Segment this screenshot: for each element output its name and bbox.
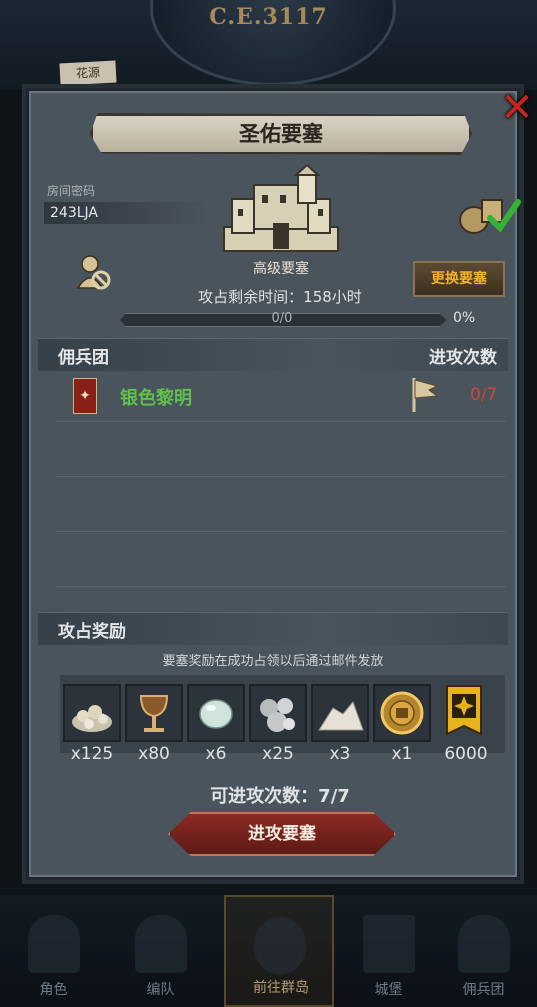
guild-name[interactable]: 银色黎明 (120, 384, 192, 410)
close-button[interactable]: ✕ (498, 88, 536, 128)
compass-icon (254, 917, 306, 975)
salt-pile-icon (318, 701, 364, 731)
attack-fortress-button[interactable]: 进攻要塞 (168, 812, 396, 856)
reward-moonstone[interactable] (187, 684, 245, 742)
silver-nuggets-icon (260, 698, 295, 732)
reward-qty: x80 (138, 744, 170, 764)
reward-qty: 6000 (444, 744, 488, 764)
reward-qty: x6 (205, 744, 227, 764)
guild-banner-icon (446, 685, 482, 736)
progress-count: 0/0 (271, 311, 293, 326)
nav-tab-mercenary[interactable]: 佣兵团 (430, 895, 537, 1007)
reward-note: 要塞奖励在成功占领以后通过邮件发放 (162, 654, 384, 669)
reward-ore-pile[interactable] (63, 684, 121, 742)
castle-icon (363, 915, 415, 973)
time-remaining: 攻占剩余时间：158小时 (198, 288, 362, 306)
nav-tab-character[interactable]: 角色 (0, 895, 107, 1007)
row-divider (56, 476, 506, 477)
background-map-label: 花源 (59, 60, 117, 86)
nav-tab-formation[interactable]: 编队 (107, 895, 214, 1007)
room-code-value: 243LJA (44, 202, 210, 224)
ore-pile-icon (72, 705, 112, 732)
guild-section-title: 佣兵团 (58, 348, 109, 368)
reward-goblet[interactable] (125, 684, 183, 742)
guild-emblem-icon: ✦ (73, 378, 97, 414)
attacks-remaining: 可进攻次数：7/7 (210, 786, 350, 807)
nav-label: 编队 (146, 982, 175, 998)
change-fortress-button[interactable]: 更换要塞 (413, 261, 505, 297)
nav-label: 角色 (39, 982, 68, 998)
reward-silver-nuggets[interactable] (249, 684, 307, 742)
supply-bag-check-icon[interactable] (456, 194, 522, 236)
attack-count-header: 进攻次数 (429, 348, 497, 368)
guild-attack-count: 0/7 (470, 385, 498, 405)
knight-helmet-icon (135, 915, 187, 973)
bottom-nav: 角色 编队 前往群岛 城堡 佣兵团 (0, 895, 537, 1007)
fortress-level: 高级要塞 (253, 261, 309, 277)
reward-salt-pile[interactable] (311, 684, 369, 742)
world-year: C.E.3117 (209, 4, 328, 30)
reward-qty: x125 (70, 744, 114, 764)
nav-label: 前往群岛 (253, 980, 309, 996)
reward-gold-medal[interactable] (373, 684, 431, 742)
moonstone-icon (199, 699, 233, 729)
dialog-title: 圣佑要塞 (90, 113, 472, 155)
character-icon (28, 915, 80, 973)
gold-medal-icon (380, 691, 424, 735)
mercenary-icon (458, 915, 510, 973)
close-icon: ✕ (500, 85, 534, 131)
nav-tab-castle[interactable]: 城堡 (335, 895, 442, 1007)
row-divider (56, 531, 506, 532)
reward-qty: x3 (329, 744, 351, 764)
flag-icon (412, 378, 439, 412)
progress-percent: 0% (453, 310, 476, 326)
reward-qty: x25 (262, 744, 294, 764)
room-code-label: 房间密码 (47, 184, 96, 198)
no-member-icon (76, 255, 111, 290)
reward-qty: x1 (391, 744, 413, 764)
row-divider (56, 586, 506, 587)
reward-section-title: 攻占奖励 (58, 622, 126, 642)
fortress-icon (223, 165, 339, 252)
goblet-icon (139, 695, 169, 732)
nav-tab-archipelago[interactable]: 前往群岛 (224, 895, 334, 1007)
row-divider (56, 421, 506, 422)
nav-label: 佣兵团 (462, 982, 505, 998)
nav-label: 城堡 (374, 982, 403, 998)
reward-guild-banner[interactable] (437, 684, 495, 742)
